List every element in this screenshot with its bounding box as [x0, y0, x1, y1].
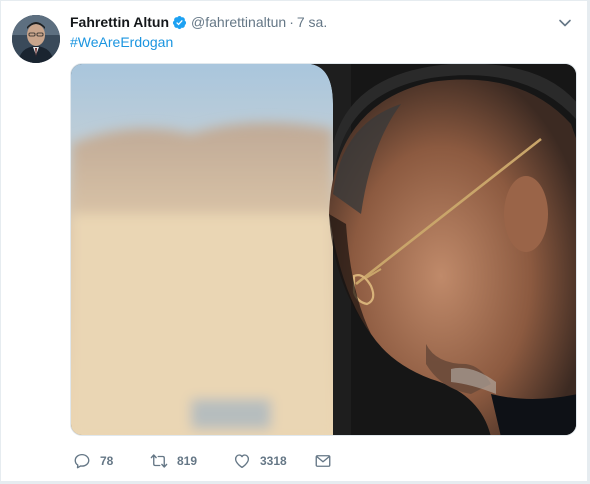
reply-icon — [74, 453, 90, 469]
reply-count: 78 — [100, 454, 114, 468]
direct-message-button[interactable] — [314, 452, 332, 470]
avatar-photo — [12, 15, 60, 63]
heart-icon — [234, 454, 250, 469]
tweet-header: Fahrettin Altun @fahrettinaltun · 7 sa. — [70, 12, 327, 32]
verified-badge-icon — [172, 15, 187, 29]
tweet-card[interactable]: Fahrettin Altun @fahrettinaltun · 7 sa. … — [0, 0, 588, 482]
tweet-photo[interactable] — [70, 63, 577, 436]
retweet-count: 819 — [177, 454, 198, 468]
tweet-actions: 78 819 3318 — [73, 451, 332, 471]
like-count: 3318 — [260, 454, 287, 468]
author-name[interactable]: Fahrettin Altun — [70, 14, 169, 30]
author-avatar[interactable] — [12, 15, 60, 63]
retweet-button[interactable]: 819 — [150, 452, 233, 470]
like-button[interactable]: 3318 — [233, 452, 314, 470]
photo-image — [71, 64, 576, 435]
chevron-down-icon[interactable] — [557, 15, 573, 31]
author-handle[interactable]: @fahrettinaltun — [191, 14, 286, 30]
envelope-icon — [315, 455, 331, 467]
reply-button[interactable]: 78 — [73, 452, 150, 470]
hashtag-link[interactable]: #WeAreErdogan — [70, 34, 173, 50]
retweet-icon — [150, 454, 168, 468]
separator-dot: · — [289, 14, 294, 30]
tweet-timestamp[interactable]: 7 sa. — [297, 14, 327, 30]
